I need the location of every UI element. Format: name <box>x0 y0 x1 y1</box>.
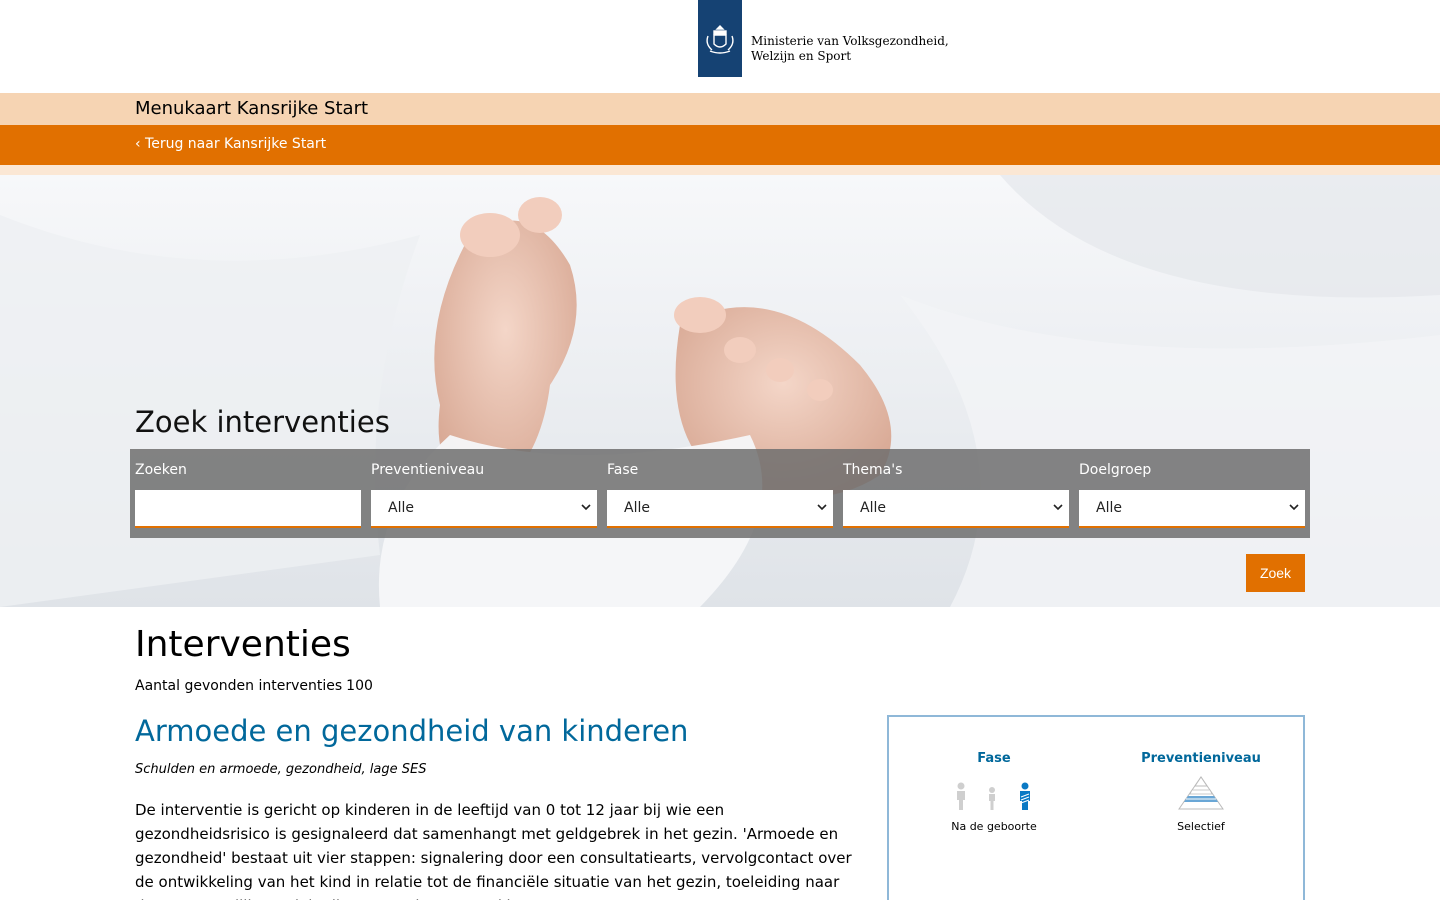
divider-strip <box>0 165 1440 175</box>
search-button[interactable]: Zoek <box>1246 554 1305 592</box>
preventieniveau-heading: Preventieniveau <box>1141 751 1261 766</box>
navigation-bar: ‹ Terug naar Kansrijke Start <box>0 125 1440 165</box>
site-title[interactable]: Menukaart Kansrijke Start <box>135 98 368 119</box>
results-count: Aantal gevonden interventies 100 <box>135 678 373 694</box>
intervention-tags: Schulden en armoede, gezondheid, lage SE… <box>135 762 427 777</box>
crest-icon <box>706 24 734 54</box>
preventieniveau-value: Selectief <box>1177 820 1225 833</box>
filter-label: Zoeken <box>135 462 187 478</box>
filter-label: Preventieniveau <box>371 462 485 478</box>
search-heading: Zoek interventies <box>135 405 390 439</box>
pregnant-person-icon <box>957 782 965 810</box>
ministry-name: Ministerie van Volksgezondheid, Welzijn … <box>751 34 949 64</box>
doelgroep-select[interactable]: Alle <box>1079 490 1305 528</box>
chevron-down-icon <box>1289 504 1299 511</box>
filter-label: Thema's <box>843 462 903 478</box>
preventieniveau-select[interactable]: Alle <box>371 490 597 528</box>
search-input[interactable] <box>135 490 361 528</box>
intervention-description: De interventie is gericht op kinderen in… <box>135 801 852 900</box>
prevention-pyramid-icon <box>1178 776 1224 810</box>
fase-icons <box>904 778 1084 810</box>
ministry-name-line2: Welzijn en Sport <box>751 49 852 63</box>
select-value: Alle <box>860 500 886 516</box>
child-icon <box>989 787 995 810</box>
baby-feet-photo <box>0 175 1440 607</box>
select-value: Alle <box>388 500 414 516</box>
site-header: Ministerie van Volksgezondheid, Welzijn … <box>0 0 1440 93</box>
rijksoverheid-logo[interactable] <box>698 0 742 77</box>
hero-search: Zoek interventies Zoeken Preventieniveau… <box>0 175 1440 607</box>
subheader: Menukaart Kansrijke Start <box>0 93 1440 125</box>
filter-label: Doelgroep <box>1079 462 1152 478</box>
fase-select[interactable]: Alle <box>607 490 833 528</box>
select-value: Alle <box>1096 500 1122 516</box>
chevron-down-icon <box>581 504 591 511</box>
filter-label: Fase <box>607 462 639 478</box>
results-count-value: 100 <box>346 678 373 694</box>
intervention-title-link[interactable]: Armoede en gezondheid van kinderen <box>135 714 688 748</box>
ministry-name-line1: Ministerie van Volksgezondheid, <box>751 34 949 48</box>
chevron-down-icon <box>817 504 827 511</box>
preventieniveau-icons <box>1111 776 1291 810</box>
chevron-down-icon <box>1053 504 1063 511</box>
results-heading: Interventies <box>135 624 351 665</box>
results-count-label: Aantal gevonden interventies <box>135 678 343 694</box>
filter-bar: Zoeken Preventieniveau Alle Fase Alle Th… <box>130 449 1310 538</box>
fase-value: Na de geboorte <box>951 820 1037 833</box>
parent-with-baby-icon <box>1020 782 1030 810</box>
themas-select[interactable]: Alle <box>843 490 1069 528</box>
preventieniveau-info: Preventieniveau Selectief <box>1111 751 1291 833</box>
intervention-info-box: Fase Na de geboorte Preventieniveau Sele… <box>887 715 1305 900</box>
fase-heading: Fase <box>977 751 1011 766</box>
select-value: Alle <box>624 500 650 516</box>
fase-info: Fase Na de geboorte <box>904 751 1084 833</box>
back-link[interactable]: ‹ Terug naar Kansrijke Start <box>135 136 326 152</box>
